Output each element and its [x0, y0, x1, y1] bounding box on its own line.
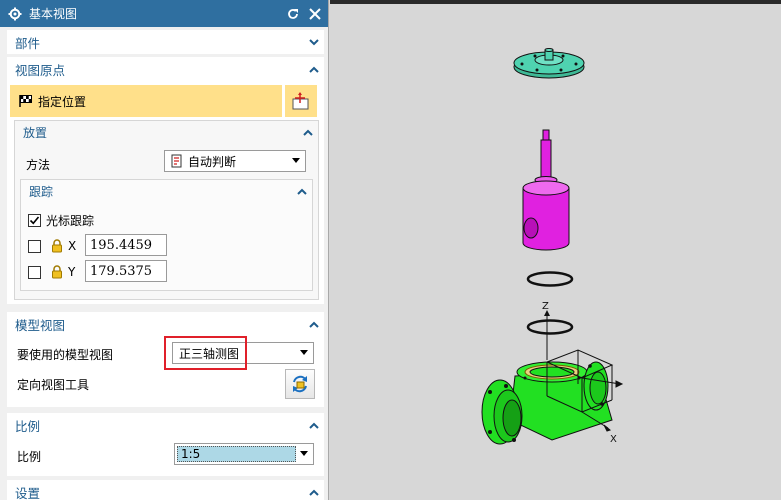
method-value: 自动判断 — [188, 154, 237, 169]
valve-cap-part — [513, 48, 585, 79]
section-view-origin-header[interactable]: 视图原点 — [7, 57, 324, 81]
view-to-use-label: 要使用的模型视图 — [17, 348, 114, 362]
reset-button[interactable] — [284, 5, 302, 23]
chevron-down-icon[interactable] — [304, 32, 324, 52]
scale-select[interactable]: 1:5 — [174, 443, 314, 465]
close-icon — [309, 7, 321, 20]
section-view-origin-label: 视图原点 — [15, 62, 66, 78]
gear-icon — [8, 7, 22, 21]
method-select[interactable]: 自动判断 — [164, 150, 306, 172]
section-part-label: 部件 — [15, 35, 41, 51]
placement-group: 放置 方法 自动判断 跟踪 光标跟踪 X 195.4459 Y 179.5375 — [14, 120, 319, 300]
x-axis-label: X — [610, 434, 617, 445]
x-coordinate-checkbox[interactable] — [28, 239, 41, 253]
y-coordinate-input[interactable]: 179.5375 — [85, 260, 167, 282]
orient-view-tool-label: 定向视图工具 — [17, 378, 90, 392]
x-coordinate-label: X — [68, 239, 77, 253]
tracking-label: 跟踪 — [29, 184, 54, 199]
tracking-group: 跟踪 光标跟踪 X 195.4459 Y 179.5375 — [20, 179, 313, 291]
chevron-up-icon[interactable] — [304, 314, 324, 334]
section-scale-header[interactable]: 比例 — [7, 413, 324, 437]
chevron-up-icon[interactable] — [304, 482, 324, 500]
point-dialog-button[interactable] — [285, 85, 317, 117]
section-model-view-header[interactable]: 模型视图 — [7, 312, 324, 336]
x-coordinate-input[interactable]: 195.4459 — [85, 234, 167, 256]
check-icon — [29, 216, 40, 225]
section-settings-label: 设置 — [15, 485, 41, 500]
annotation-highlight-box — [164, 336, 247, 370]
chevron-down-icon — [292, 158, 300, 163]
dialog-titlebar: 基本视图 — [0, 0, 328, 27]
section-settings: 设置 — [7, 480, 324, 500]
point-constructor-icon — [292, 92, 309, 110]
o-ring-upper — [526, 271, 574, 287]
basic-view-dialog: 基本视图 部件 视图原点 指定位置 放置 方法 自动判断 跟踪 光标跟踪 X 1… — [0, 0, 329, 500]
section-model-view-label: 模型视图 — [15, 317, 66, 333]
z-axis-label: Z — [542, 301, 549, 312]
cursor-tracking-label: 光标跟踪 — [46, 214, 95, 228]
chevron-up-icon[interactable] — [292, 181, 312, 201]
specify-location-row[interactable]: 指定位置 — [10, 85, 282, 117]
valve-stem-part — [522, 129, 570, 251]
chevron-up-icon[interactable] — [298, 122, 318, 142]
close-button[interactable] — [306, 5, 324, 23]
method-label: 方法 — [26, 158, 51, 172]
section-scale: 比例 比例 1:5 — [7, 413, 324, 476]
section-settings-header[interactable]: 设置 — [7, 480, 324, 500]
dialog-title: 基本视图 — [29, 7, 78, 21]
y-coordinate-row: Y — [28, 260, 75, 284]
lock-icon[interactable] — [51, 265, 63, 279]
z-axis-indicator: Z — [542, 301, 550, 360]
y-coordinate-label: Y — [68, 265, 76, 279]
orient-view-tool-button[interactable] — [285, 369, 315, 399]
scale-value: 1:5 — [177, 446, 296, 462]
cursor-tracking-checkbox[interactable] — [28, 214, 41, 227]
model-preview: Z X — [481, 48, 624, 445]
placement-label: 放置 — [23, 125, 48, 140]
lock-icon[interactable] — [51, 239, 63, 253]
o-ring-lower — [526, 319, 574, 335]
x-coordinate-row: X — [28, 234, 76, 258]
section-scale-label: 比例 — [15, 418, 41, 434]
tracking-header[interactable]: 跟踪 — [21, 180, 312, 202]
specify-location-label: 指定位置 — [38, 94, 87, 109]
chevron-down-icon — [300, 451, 308, 456]
graphics-viewport[interactable]: Z X — [330, 0, 781, 500]
section-view-origin: 视图原点 指定位置 放置 方法 自动判断 跟踪 光标跟踪 X 195.4459 … — [7, 57, 324, 304]
orient-view-icon — [293, 375, 307, 393]
cursor-tracking-row: 光标跟踪 — [28, 212, 94, 229]
section-part: 部件 — [7, 30, 324, 54]
scale-label: 比例 — [17, 450, 42, 464]
placement-header[interactable]: 放置 — [15, 121, 318, 143]
section-part-header[interactable]: 部件 — [7, 30, 324, 54]
reset-icon — [288, 8, 298, 19]
chevron-up-icon[interactable] — [304, 59, 324, 79]
chevron-up-icon[interactable] — [304, 415, 324, 435]
chevron-down-icon — [300, 350, 308, 355]
auto-infer-icon — [171, 154, 184, 168]
y-coordinate-checkbox[interactable] — [28, 265, 41, 279]
checkered-flag-icon — [18, 94, 33, 108]
